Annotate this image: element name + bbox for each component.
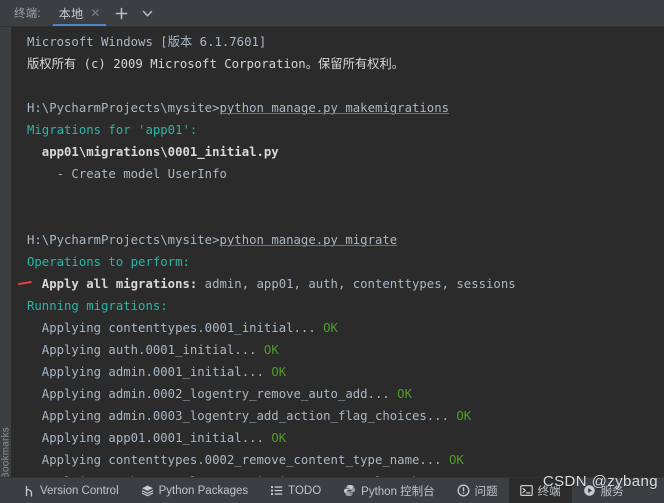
sidebar-item-bookmarks[interactable]: Bookmarks [0,427,11,477]
terminal-text: Applying contenttypes.0001_initial... [27,321,316,335]
status-bar: Version Control Python Packages TODO Python… [0,473,664,503]
branch-icon [22,484,35,497]
terminal-line: Applying admin.0001_initial... OK [27,361,664,383]
terminal-line: Running migrations: [27,295,664,317]
terminal-line: app01\migrations\0001_initial.py [27,141,664,163]
pycharm-window: 终端: 本地 ✕ Bookmarks Microsoft Windows [版本… [0,0,664,503]
terminal-line: Apply all migrations: admin, app01, auth… [17,273,664,295]
terminal-text: Applying admin.0002_logentry_remove_auto… [27,387,390,401]
terminal-text: OK [389,387,412,401]
terminal-line: Applying auth.0001_initial... OK [27,339,664,361]
terminal-text: Applying admin.0001_initial... [27,365,264,379]
warning-icon [457,484,470,497]
terminal-line: H:\PycharmProjects\mysite>python manage.… [27,229,664,251]
terminal-text: Applying auth.0001_initial... [27,343,257,357]
terminal-text: Migrations for 'app01': [27,123,198,137]
status-bar-item-play[interactable]: 服务 [572,478,635,503]
terminal-command-underlined: python manage.py migrate [219,233,398,247]
terminal-text: OK [315,321,338,335]
list-icon [270,484,283,497]
status-bar-item-list[interactable]: TODO [259,478,332,503]
terminal-text: Applying app01.0001_initial... [27,431,264,445]
status-bar-item-branch[interactable]: Version Control [0,478,130,503]
status-bar-item-label: TODO [288,484,322,497]
terminal-text: Microsoft Windows [版本 6.1.7601] [27,35,267,49]
chevron-down-icon [141,7,154,20]
layers-icon [141,484,154,497]
terminal-line: Migrations for 'app01': [27,119,664,141]
terminal-text: OK [263,431,287,445]
status-bar-item-label: Python Packages [158,484,249,497]
terminal-text: Applying admin.0003_logentry_add_action_… [27,409,449,423]
terminal-text: 版权所有 (c) 2009 Microsoft Corporation。保留所有… [27,57,405,71]
terminal-line: Applying app01.0001_initial... OK [27,427,664,449]
python-icon [343,484,356,497]
terminal-text: Operations to perform: [27,255,190,269]
terminal-tool-label: 终端: [14,8,41,20]
terminal-text: Apply all migrations: [27,277,198,291]
terminal-line: Applying contenttypes.0001_initial... OK [27,317,664,339]
terminal-text: OK [263,365,287,379]
status-bar-item-warning[interactable]: 问题 [446,478,509,503]
bookmarks-label: Bookmarks [0,427,11,477]
terminal-text: Running migrations: [27,299,168,313]
status-bar-item-terminal[interactable]: 终端 [508,478,572,503]
status-bar-item-python[interactable]: Python 控制台 [332,478,446,503]
terminal-line: H:\PycharmProjects\mysite>python manage.… [27,97,664,119]
terminal-line: Microsoft Windows [版本 6.1.7601] [27,31,664,53]
play-icon [583,484,596,497]
terminal-tab-local[interactable]: 本地 ✕ [47,0,109,26]
terminal-line: Applying contenttypes.0002_remove_conten… [27,449,664,471]
terminal-line: Applying admin.0003_logentry_add_action_… [27,405,664,427]
terminal-text: admin, app01, auth, contenttypes, sessio… [197,277,516,291]
status-bar-item-layers[interactable]: Python Packages [130,478,260,503]
close-icon[interactable]: ✕ [90,7,100,19]
terminal-tabbar: 终端: 本地 ✕ [0,0,664,27]
terminal-line: - Create model UserInfo [27,163,664,185]
terminal-text: OK [256,343,279,357]
terminal-options-button[interactable] [134,0,160,26]
terminal-text: Applying contenttypes.0002_remove_conten… [27,453,442,467]
status-bar-item-label: Version Control [40,484,119,497]
terminal-icon [519,484,533,497]
terminal-text: app01\migrations\0001_initial.py [27,145,279,159]
terminal-line: Operations to perform: [27,251,664,273]
terminal-command-underlined: python manage.py makemigrations [219,101,450,115]
status-bar-items: Version Control Python Packages TODO Python… [0,478,635,503]
terminal-output[interactable]: Microsoft Windows [版本 6.1.7601] 版权所有 (c) … [11,27,664,477]
terminal-line: Applying admin.0002_logentry_remove_auto… [27,383,664,405]
terminal-lines: Microsoft Windows [版本 6.1.7601] 版权所有 (c) … [17,31,664,477]
status-bar-item-label: 问题 [474,485,498,498]
plus-icon [115,7,128,20]
terminal-text: OK [441,453,464,467]
terminal-text: OK [449,409,472,423]
terminal-line: 版权所有 (c) 2009 Microsoft Corporation。保留所有… [27,53,664,75]
status-bar-item-label: 终端 [537,485,561,498]
terminal-text: H:\PycharmProjects\mysite> [27,101,220,115]
terminal-text: - Create model UserInfo [27,167,227,181]
status-bar-item-label: 服务 [600,485,624,498]
left-tool-strip: Bookmarks 结构 [0,27,11,477]
main-body: Bookmarks 结构 Microsoft Windows [版本 6.1.7… [0,27,664,477]
new-terminal-button[interactable] [108,0,134,26]
terminal-tab-title: 本地 [58,6,84,21]
terminal-text: H:\PycharmProjects\mysite> [27,233,220,247]
status-bar-item-label: Python 控制台 [361,485,435,498]
